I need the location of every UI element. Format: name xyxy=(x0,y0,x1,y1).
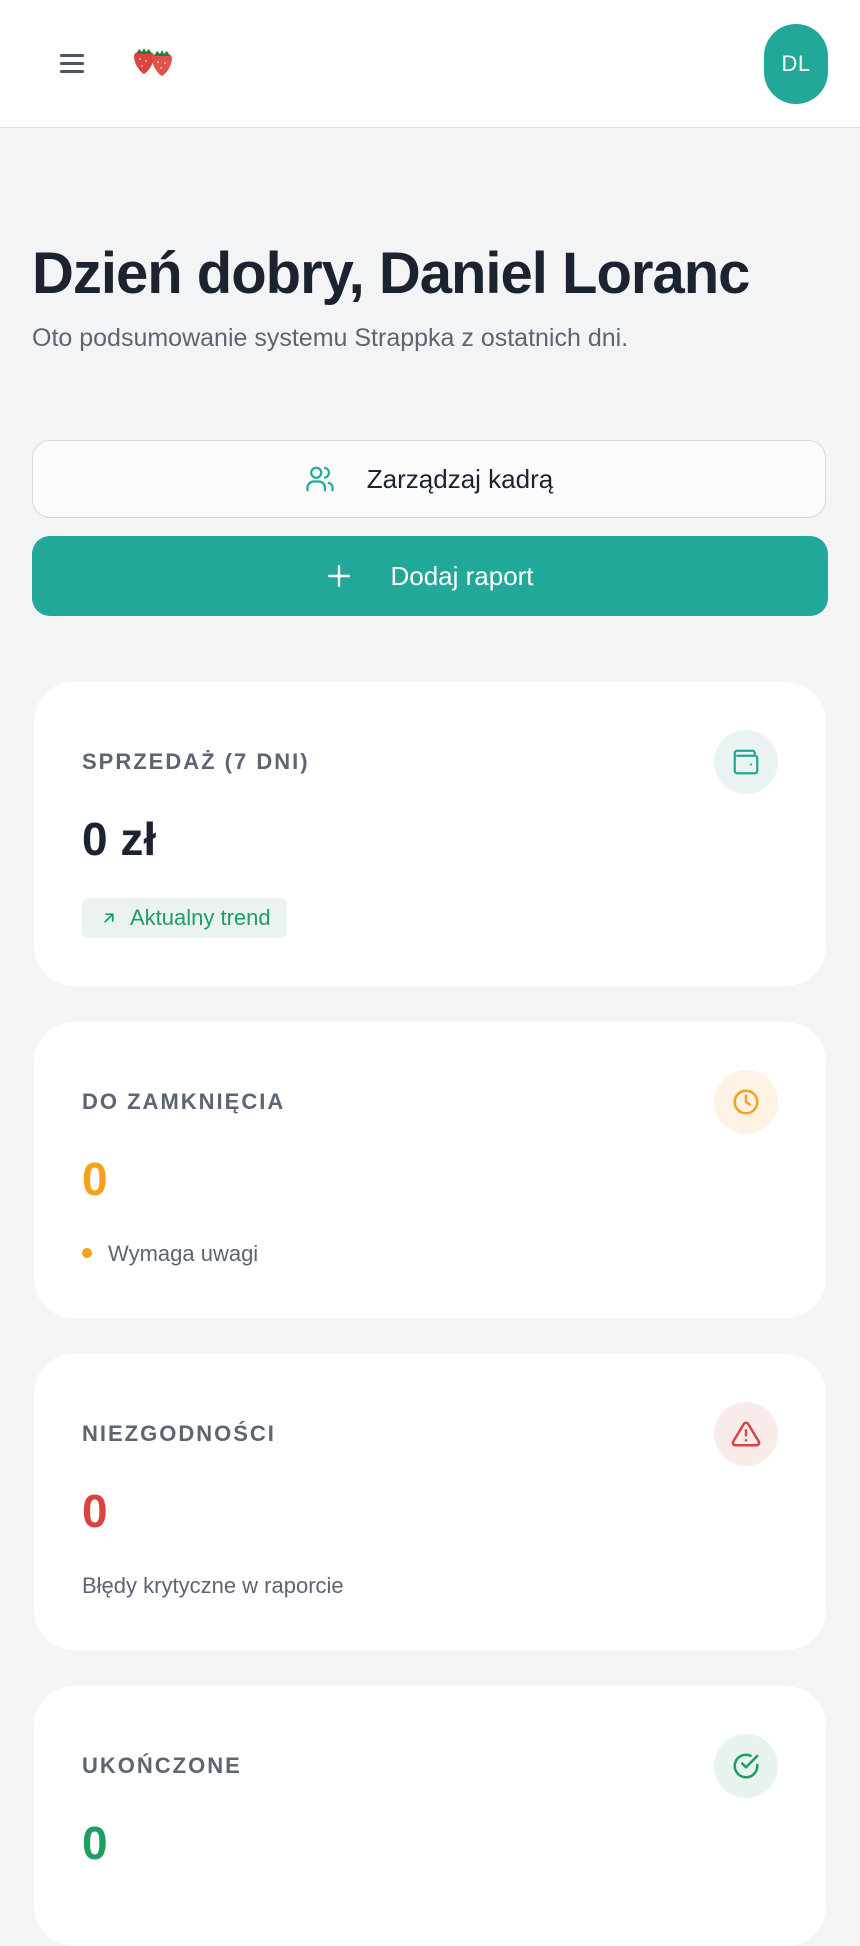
nonconformities-card-value: 0 xyxy=(82,1485,108,1537)
add-report-label: Dodaj raport xyxy=(390,560,534,591)
page-subtitle: Oto podsumowanie systemu Strappka z osta… xyxy=(32,324,629,352)
warning-triangle-icon xyxy=(714,1402,778,1466)
clock-icon xyxy=(714,1070,778,1134)
page-greeting: Dzień dobry, Daniel Loranc xyxy=(32,241,750,306)
to-close-card-value: 0 xyxy=(82,1153,108,1205)
user-avatar[interactable]: DL xyxy=(764,24,828,104)
users-icon xyxy=(306,466,334,492)
attention-dot xyxy=(82,1248,92,1259)
nonconformities-note: Błędy krytyczne w raporcie xyxy=(82,1573,344,1598)
wallet-icon xyxy=(714,730,778,794)
arrow-up-right-icon xyxy=(104,913,114,923)
nonconformities-card-label: NIEZGODNOŚCI xyxy=(82,1421,276,1446)
plus-icon xyxy=(328,565,351,587)
manage-staff-button[interactable]: Zarządzaj kadrą xyxy=(32,440,826,518)
to-close-card[interactable] xyxy=(34,1022,826,1318)
strawberry-right xyxy=(152,50,172,76)
hamburger-menu-icon[interactable] xyxy=(56,48,88,78)
completed-card-label: UKOŃCZONE xyxy=(82,1753,242,1778)
check-circle-icon xyxy=(714,1734,778,1798)
sales-card-value: 0 zł xyxy=(82,813,157,865)
completed-card[interactable] xyxy=(34,1686,826,1946)
to-close-note-text: Wymaga uwagi xyxy=(108,1241,259,1266)
manage-staff-label: Zarządzaj kadrą xyxy=(366,463,554,494)
to-close-note: Wymaga uwagi xyxy=(82,1241,258,1267)
nonconformities-card[interactable] xyxy=(34,1354,826,1650)
sales-card-label: SPRZEDAŻ (7 DNI) xyxy=(82,749,310,774)
top-bar: DL xyxy=(0,0,860,128)
strawberry-left xyxy=(134,48,154,74)
trend-badge-label: Aktualny trend xyxy=(130,905,271,930)
add-report-button[interactable]: Dodaj raport xyxy=(32,536,828,616)
completed-card-value: 0 xyxy=(82,1817,108,1869)
strawberries-logo[interactable] xyxy=(128,42,184,82)
trend-badge: Aktualny trend xyxy=(82,898,287,938)
to-close-card-label: DO ZAMKNIĘCIA xyxy=(82,1089,286,1114)
